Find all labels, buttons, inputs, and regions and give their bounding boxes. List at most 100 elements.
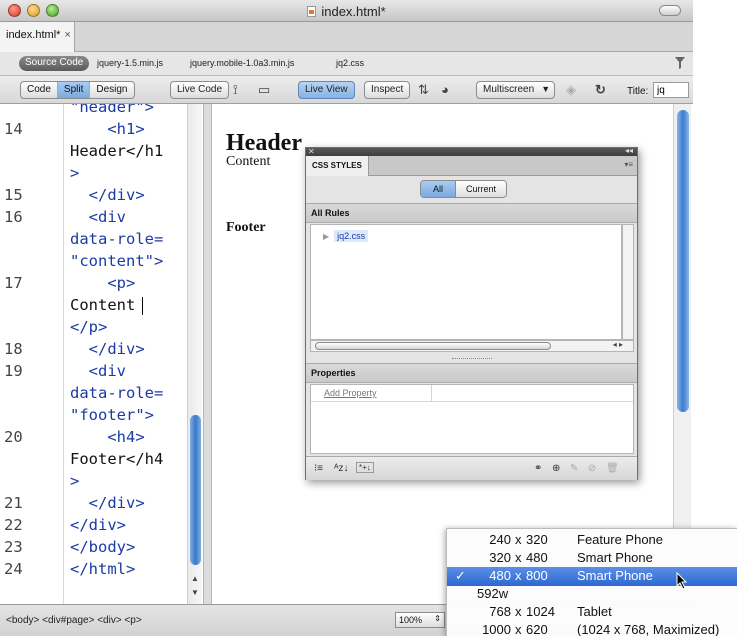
tab-index-html[interactable]: index.html* ×: [0, 22, 75, 52]
code-line[interactable]: "content">: [70, 250, 163, 272]
refresh-icon[interactable]: ↻: [595, 83, 606, 96]
code-view-button[interactable]: Code: [21, 82, 58, 98]
tab-css-styles[interactable]: CSS STYLES: [306, 156, 369, 176]
code-line[interactable]: <div: [70, 360, 126, 382]
code-editor[interactable]: "header"> 14 <h1> Header</h1 >15 </div> 16 <…: [0, 104, 203, 604]
category-view-icon[interactable]: ⁝≡: [314, 463, 323, 474]
toolbar-toggle-button[interactable]: [659, 5, 681, 16]
document-toolbar: Code Split Design Live Code ⟟ ▭ Live Vie…: [0, 76, 693, 104]
panel-footer: ⁝≡ ᴬz↓ *+↓ ⚭ ⊕ ✎ ⊘ 🗑: [306, 456, 637, 480]
inspect-browser-icon[interactable]: ⟟: [233, 83, 238, 96]
set-properties-icon[interactable]: *+↓: [356, 462, 374, 473]
design-header-text[interactable]: Header: [226, 130, 302, 157]
multiscreen-button[interactable]: Multiscreen ▼: [476, 81, 556, 99]
html-file-icon: [307, 6, 317, 17]
code-line[interactable]: </div>: [70, 338, 145, 360]
preview-in-browser-icon[interactable]: ◕: [441, 83, 449, 96]
delete-rule-icon[interactable]: 🗑: [606, 463, 619, 474]
code-scrollbar[interactable]: ▲ ▼: [187, 104, 202, 604]
code-line[interactable]: Footer</h4: [70, 448, 163, 470]
multiscreen-menu-item[interactable]: 592w: [447, 585, 737, 604]
scroll-down-arrow-icon[interactable]: ▼: [191, 588, 199, 597]
alpha-sort-icon[interactable]: ᴬz↓: [334, 463, 349, 474]
code-line[interactable]: </div>: [70, 492, 145, 514]
current-mode-button[interactable]: Current: [456, 181, 507, 197]
panel-options-menu-icon[interactable]: ▾≡: [624, 160, 633, 169]
menu-item-device: Smart Phone: [577, 550, 653, 565]
scroll-arrows-icon[interactable]: ◂ ▸: [613, 340, 623, 349]
split-divider[interactable]: [203, 104, 212, 604]
scroll-up-arrow-icon[interactable]: ▲: [191, 574, 199, 583]
rules-list[interactable]: ▶ jq2.css: [310, 224, 622, 340]
code-line[interactable]: </html>: [70, 558, 135, 580]
code-line[interactable]: "header">: [70, 104, 154, 118]
rules-horizontal-scrollbar[interactable]: ◂ ▸: [310, 340, 634, 352]
code-line[interactable]: "footer">: [70, 404, 154, 426]
code-line[interactable]: Header</h1: [70, 140, 163, 162]
edit-rule-icon[interactable]: ✎: [570, 463, 578, 474]
menu-item-times: x: [515, 532, 522, 547]
multiscreen-preview-icon[interactable]: ▭: [258, 83, 270, 96]
panel-drag-bar[interactable]: ✕ ◂◂: [306, 146, 637, 156]
filter-icon[interactable]: [675, 57, 685, 69]
related-file-jq2-css[interactable]: jq2.css: [336, 58, 364, 68]
multiscreen-menu-item[interactable]: 1000 x 620 (1024 x 768, Maximized): [447, 621, 737, 636]
menu-item-height: 620: [526, 622, 548, 636]
file-management-icon[interactable]: ⇅: [418, 83, 429, 96]
all-rules-header: All Rules: [306, 203, 637, 223]
code-line[interactable]: </div>: [70, 184, 145, 206]
tag-selector[interactable]: <body> <div#page> <div> <p>: [6, 615, 142, 626]
disclosure-triangle-icon[interactable]: ▶: [323, 232, 329, 241]
rule-item-jq2-css[interactable]: ▶ jq2.css: [323, 230, 369, 242]
related-file-jquery[interactable]: jquery-1.5.min.js: [97, 58, 163, 68]
resize-grip[interactable]: [452, 358, 492, 360]
add-property-link[interactable]: Add Property: [324, 388, 377, 398]
related-file-jquery-mobile[interactable]: jquery.mobile-1.0a3.min.js: [190, 58, 294, 68]
code-line[interactable]: <h4>: [70, 426, 144, 448]
code-line[interactable]: </p>: [70, 316, 107, 338]
code-line[interactable]: >: [70, 162, 79, 184]
source-code-button[interactable]: Source Code: [19, 56, 90, 71]
code-line[interactable]: Content: [70, 294, 135, 316]
rules-scroll-thumb[interactable]: [315, 342, 551, 350]
visual-aids-icon[interactable]: ◈: [566, 83, 576, 96]
code-line[interactable]: <h1>: [70, 118, 144, 140]
code-line[interactable]: <div: [70, 206, 126, 228]
split-view-button[interactable]: Split: [57, 82, 91, 98]
zoom-select[interactable]: 100% ⇕: [395, 612, 445, 628]
line-number: 14: [4, 120, 23, 138]
multiscreen-menu-item[interactable]: ✓ 480 x 800 Smart Phone: [447, 567, 737, 586]
live-view-button[interactable]: Live View: [298, 81, 355, 99]
multiscreen-menu-item[interactable]: 320 x 480 Smart Phone: [447, 549, 737, 568]
menu-item-times: x: [515, 622, 522, 636]
disable-property-icon[interactable]: ⊘: [588, 463, 596, 474]
menu-item-times: x: [515, 568, 522, 583]
design-footer-text[interactable]: Footer: [226, 220, 266, 236]
attach-stylesheet-icon[interactable]: ⚭: [534, 463, 542, 474]
new-css-rule-icon[interactable]: ⊕: [552, 463, 560, 474]
code-line[interactable]: </body>: [70, 536, 135, 558]
code-line[interactable]: >: [70, 470, 79, 492]
menu-item-width: 480: [489, 568, 511, 583]
design-view-button[interactable]: Design: [90, 82, 133, 98]
code-scroll-thumb[interactable]: [190, 415, 201, 565]
design-scroll-thumb[interactable]: [677, 110, 689, 412]
code-line[interactable]: data-role=: [70, 228, 163, 250]
live-code-button[interactable]: Live Code: [170, 81, 230, 99]
close-panel-icon[interactable]: ✕: [308, 147, 315, 156]
multiscreen-menu-item[interactable]: 240 x 320 Feature Phone: [447, 531, 737, 550]
design-content-text[interactable]: Content: [226, 154, 270, 170]
code-line[interactable]: </div>: [70, 514, 126, 536]
document-title-field[interactable]: [653, 82, 689, 98]
rules-vertical-scrollbar[interactable]: [622, 224, 634, 340]
code-line[interactable]: data-role=: [70, 382, 163, 404]
inspect-button[interactable]: Inspect: [364, 81, 411, 99]
multiscreen-menu-item[interactable]: 768 x 1024 Tablet: [447, 603, 737, 622]
menu-item-device: Smart Phone: [577, 568, 653, 583]
menu-item-width: 1000: [482, 622, 511, 636]
close-tab-icon[interactable]: ×: [64, 29, 70, 41]
document-tab-bar: index.html* ×: [0, 22, 693, 52]
all-mode-button[interactable]: All: [421, 181, 457, 197]
code-line[interactable]: <p>: [70, 272, 135, 294]
collapse-panel-icon[interactable]: ◂◂: [625, 146, 633, 155]
